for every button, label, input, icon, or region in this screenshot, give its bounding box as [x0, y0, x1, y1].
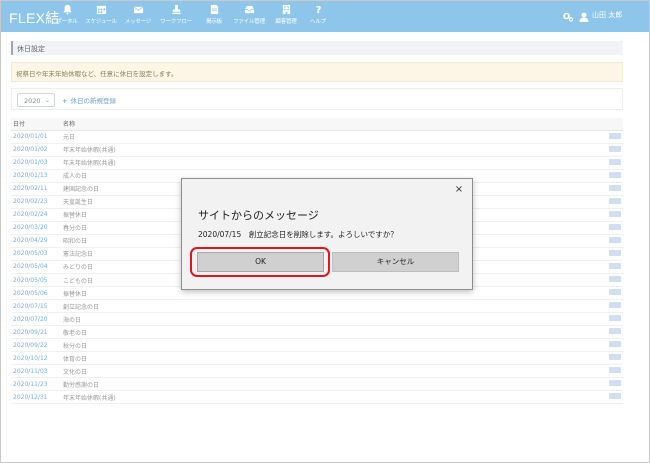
close-icon[interactable]: ×	[452, 183, 466, 197]
ok-button-highlight	[190, 247, 330, 277]
dialog-message: 2020/07/15 創立記念日を削除します。よろしいですか？	[198, 230, 398, 239]
dialog-title: サイトからのメッセージ	[198, 209, 319, 222]
browser-frame: FLEX結 ポータル スケジュール メッセージ ワークフロー 掲示板 ファイル管…	[0, 0, 650, 463]
cancel-button[interactable]: キャンセル	[332, 252, 459, 272]
